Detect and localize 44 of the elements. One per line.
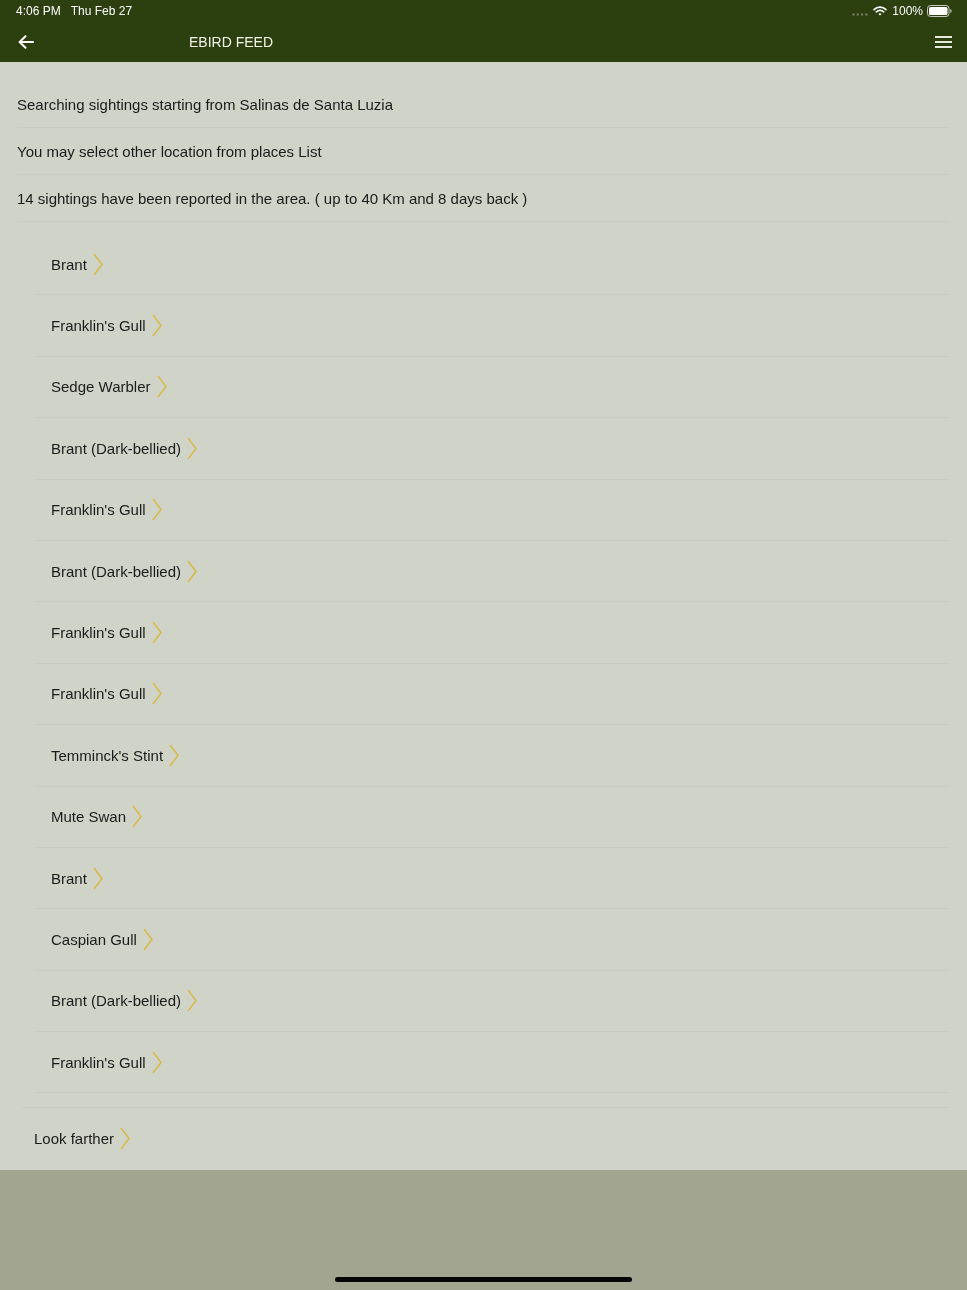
signal-dots-icon [852, 12, 869, 16]
sighting-item[interactable]: Franklin's Gull [34, 602, 950, 664]
chevron-icon [120, 1126, 131, 1150]
chevron-icon [151, 314, 162, 338]
sighting-item[interactable]: Franklin's Gull [34, 295, 950, 357]
menu-icon [935, 36, 952, 48]
wifi-icon [873, 6, 888, 16]
sighting-item[interactable]: Temminck's Stint [34, 725, 950, 787]
back-button[interactable] [18, 35, 34, 49]
chevron-icon [156, 375, 167, 399]
sighting-item[interactable]: Brant [34, 847, 950, 910]
sighting-item[interactable]: Brant (Dark-bellied) [34, 540, 950, 603]
chevron-icon [142, 928, 153, 951]
chevron-icon [187, 436, 198, 460]
info-text: Searching sightings starting from Salinas de Santa Luzia [17, 95, 394, 113]
sighting-item[interactable]: Franklin's Gull [34, 1032, 950, 1094]
menu-button[interactable] [935, 36, 952, 48]
sighting-item[interactable]: Sedge Warbler [34, 356, 950, 419]
screen-title: EBIRD FEED [189, 34, 273, 50]
sighting-item[interactable]: Caspian Gull [34, 909, 950, 971]
chevron-icon [151, 682, 162, 706]
chevron-icon [187, 989, 198, 1013]
status-date: Thu Feb 27 [70, 4, 133, 18]
sighting-item[interactable]: Brant (Dark-bellied) [34, 970, 950, 1033]
chevron-icon [151, 498, 162, 522]
battery-icon [927, 5, 952, 17]
back-arrow-icon [18, 35, 34, 49]
chevron-icon [151, 621, 162, 645]
sighting-item[interactable]: Mute Swan [34, 786, 950, 848]
info-text: 14 sightings have been reported in the area. ( up to 40 Km and 8 days back ) [17, 189, 528, 207]
chevron-icon [151, 1050, 162, 1074]
sighting-item[interactable]: Brant [34, 234, 950, 296]
chevron-icon [132, 805, 143, 829]
sighting-item[interactable]: Franklin's Gull [34, 663, 950, 726]
status-time: 4:06 PM [16, 4, 61, 18]
info-text: You may select other location from places List [17, 142, 322, 160]
chevron-icon [92, 252, 103, 276]
chevron-icon [92, 866, 103, 890]
look-farther-link[interactable]: Look farther [22, 1108, 950, 1169]
sighting-item[interactable]: Brant (Dark-bellied) [34, 418, 950, 480]
battery-percent: 100% [892, 4, 923, 18]
sighting-item[interactable]: Franklin's Gull [34, 479, 950, 541]
chevron-icon [187, 559, 198, 583]
chevron-icon [169, 743, 180, 767]
